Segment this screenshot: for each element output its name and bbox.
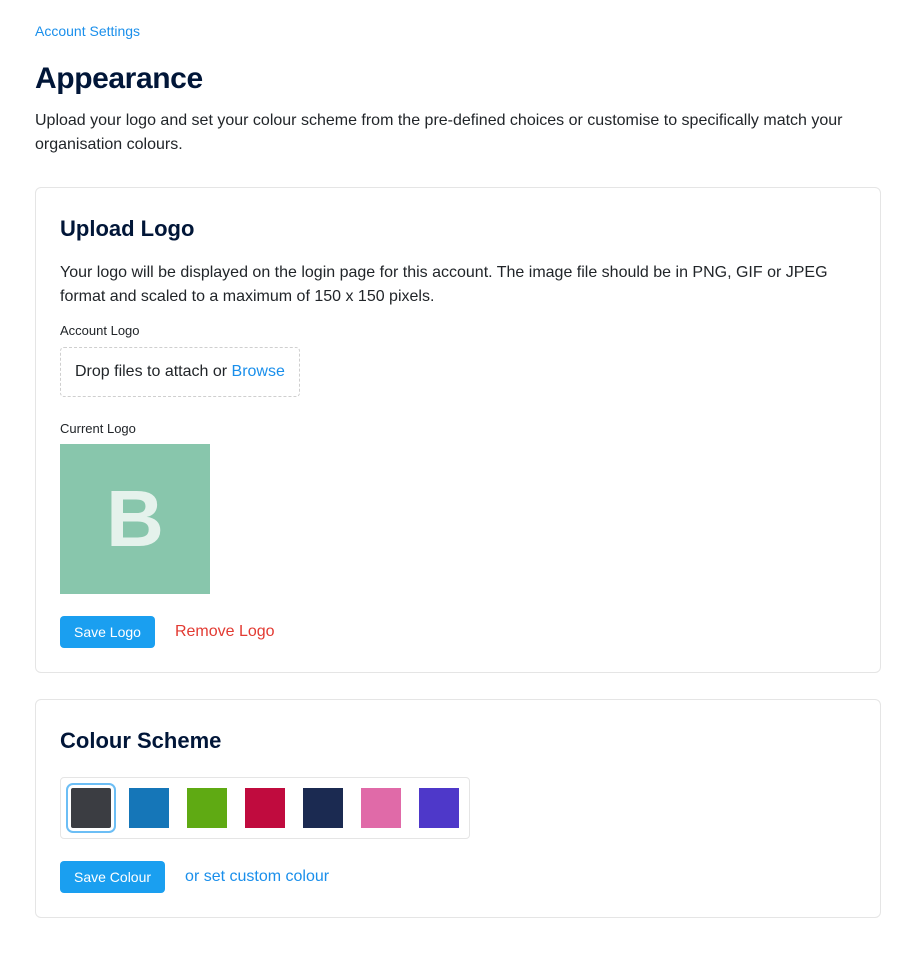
current-logo-label: Current Logo: [60, 419, 856, 439]
colour-swatch-2[interactable]: [187, 788, 227, 828]
file-dropzone[interactable]: Drop files to attach or Browse: [60, 347, 300, 397]
save-colour-button[interactable]: Save Colour: [60, 861, 165, 893]
account-logo-label: Account Logo: [60, 321, 856, 341]
upload-logo-heading: Upload Logo: [60, 212, 856, 245]
save-logo-button[interactable]: Save Logo: [60, 616, 155, 648]
upload-logo-card: Upload Logo Your logo will be displayed …: [35, 187, 881, 673]
page-title: Appearance: [35, 56, 881, 101]
colour-scheme-card: Colour Scheme Save Colour or set custom …: [35, 699, 881, 918]
colour-swatch-0[interactable]: [71, 788, 111, 828]
colour-swatch-5[interactable]: [361, 788, 401, 828]
colour-swatch-row: [60, 777, 470, 839]
logo-preview: B: [60, 444, 210, 594]
remove-logo-link[interactable]: Remove Logo: [175, 620, 275, 644]
logo-letter: B: [106, 459, 164, 579]
upload-logo-description: Your logo will be displayed on the login…: [60, 261, 856, 309]
page-subtitle: Upload your logo and set your colour sch…: [35, 109, 881, 157]
colour-swatch-1[interactable]: [129, 788, 169, 828]
colour-swatch-4[interactable]: [303, 788, 343, 828]
colour-swatch-6[interactable]: [419, 788, 459, 828]
dropzone-text: Drop files to attach or: [75, 363, 232, 380]
set-custom-colour-link[interactable]: or set custom colour: [185, 865, 329, 889]
colour-scheme-heading: Colour Scheme: [60, 724, 856, 757]
breadcrumb-account-settings[interactable]: Account Settings: [35, 23, 140, 39]
browse-link[interactable]: Browse: [232, 363, 285, 380]
colour-swatch-3[interactable]: [245, 788, 285, 828]
